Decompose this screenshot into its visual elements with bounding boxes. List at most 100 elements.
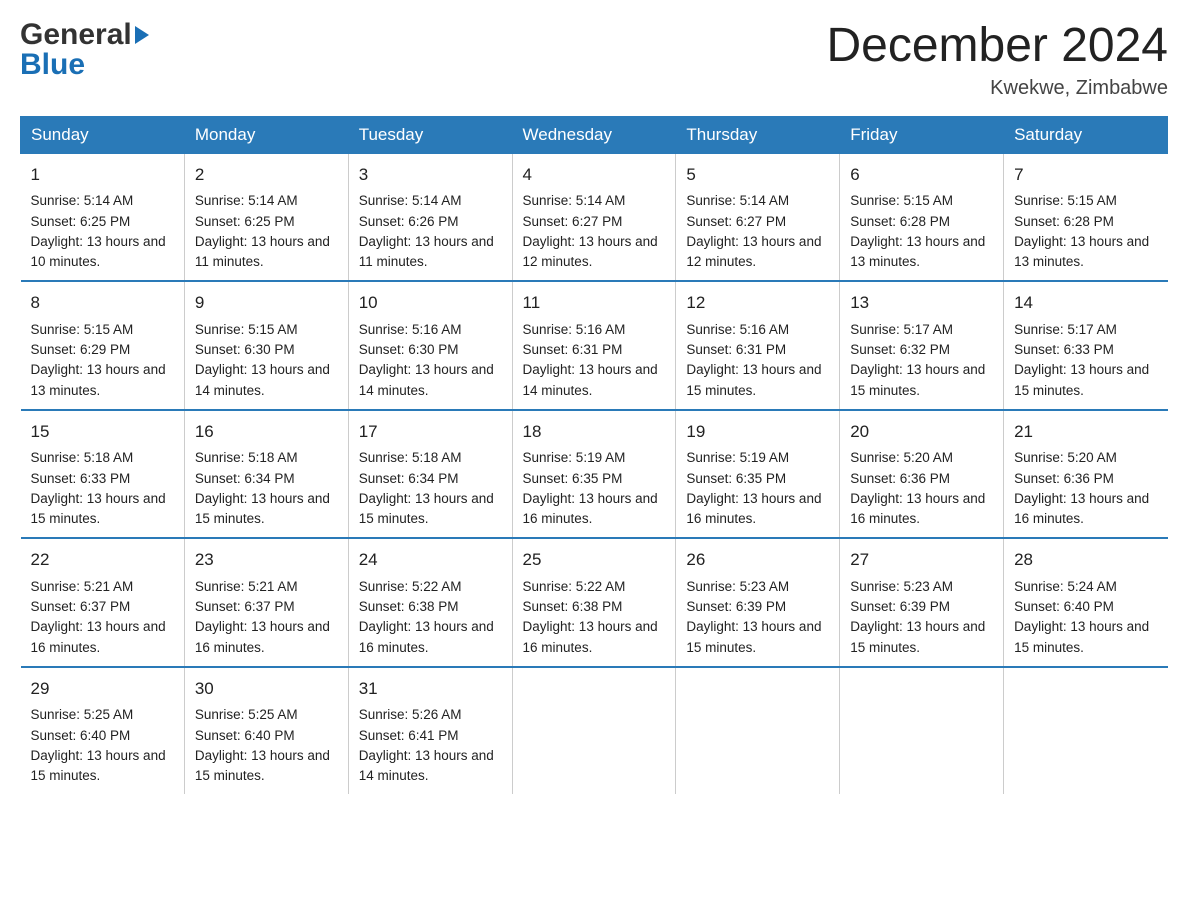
sunset-label: Sunset: 6:34 PM [359,471,459,486]
day-number: 7 [1014,162,1157,188]
day-cell: 4Sunrise: 5:14 AMSunset: 6:27 PMDaylight… [512,153,676,281]
sunrise-label: Sunrise: 5:21 AM [31,579,134,594]
daylight-label: Daylight: 13 hours and 13 minutes. [1014,234,1149,269]
page-header: General Blue December 2024 Kwekwe, Zimba… [20,20,1168,100]
header-thursday: Thursday [676,116,840,153]
sunset-label: Sunset: 6:27 PM [686,214,786,229]
daylight-label: Daylight: 13 hours and 15 minutes. [195,748,330,783]
sunset-label: Sunset: 6:35 PM [523,471,623,486]
sunset-label: Sunset: 6:39 PM [850,599,950,614]
sunrise-label: Sunrise: 5:18 AM [31,450,134,465]
sunrise-label: Sunrise: 5:14 AM [359,193,462,208]
day-cell: 18Sunrise: 5:19 AMSunset: 6:35 PMDayligh… [512,410,676,539]
sunrise-label: Sunrise: 5:24 AM [1014,579,1117,594]
daylight-label: Daylight: 13 hours and 16 minutes. [1014,491,1149,526]
day-number: 23 [195,547,338,573]
sunrise-label: Sunrise: 5:25 AM [31,707,134,722]
day-number: 10 [359,290,502,316]
sunset-label: Sunset: 6:41 PM [359,728,459,743]
daylight-label: Daylight: 13 hours and 11 minutes. [359,234,494,269]
daylight-label: Daylight: 13 hours and 10 minutes. [31,234,166,269]
sunset-label: Sunset: 6:37 PM [195,599,295,614]
sunset-label: Sunset: 6:33 PM [1014,342,1114,357]
day-number: 27 [850,547,993,573]
sunset-label: Sunset: 6:38 PM [523,599,623,614]
daylight-label: Daylight: 13 hours and 15 minutes. [686,362,821,397]
header-tuesday: Tuesday [348,116,512,153]
day-cell: 21Sunrise: 5:20 AMSunset: 6:36 PMDayligh… [1004,410,1168,539]
daylight-label: Daylight: 13 hours and 16 minutes. [686,491,821,526]
day-number: 19 [686,419,829,445]
day-number: 8 [31,290,174,316]
day-number: 21 [1014,419,1157,445]
month-title: December 2024 [826,20,1168,73]
sunset-label: Sunset: 6:40 PM [31,728,131,743]
day-cell: 23Sunrise: 5:21 AMSunset: 6:37 PMDayligh… [184,538,348,667]
day-number: 14 [1014,290,1157,316]
day-cell: 7Sunrise: 5:15 AMSunset: 6:28 PMDaylight… [1004,153,1168,281]
sunset-label: Sunset: 6:36 PM [1014,471,1114,486]
sunset-label: Sunset: 6:25 PM [31,214,131,229]
sunset-label: Sunset: 6:31 PM [686,342,786,357]
day-number: 13 [850,290,993,316]
day-number: 25 [523,547,666,573]
day-number: 22 [31,547,174,573]
day-cell: 6Sunrise: 5:15 AMSunset: 6:28 PMDaylight… [840,153,1004,281]
daylight-label: Daylight: 13 hours and 15 minutes. [850,362,985,397]
sunrise-label: Sunrise: 5:26 AM [359,707,462,722]
sunset-label: Sunset: 6:30 PM [195,342,295,357]
logo: General Blue [20,20,149,80]
day-cell: 12Sunrise: 5:16 AMSunset: 6:31 PMDayligh… [676,281,840,410]
day-cell: 20Sunrise: 5:20 AMSunset: 6:36 PMDayligh… [840,410,1004,539]
sunrise-label: Sunrise: 5:18 AM [195,450,298,465]
day-cell: 16Sunrise: 5:18 AMSunset: 6:34 PMDayligh… [184,410,348,539]
day-cell: 9Sunrise: 5:15 AMSunset: 6:30 PMDaylight… [184,281,348,410]
daylight-label: Daylight: 13 hours and 14 minutes. [195,362,330,397]
sunrise-label: Sunrise: 5:16 AM [359,322,462,337]
day-cell: 2Sunrise: 5:14 AMSunset: 6:25 PMDaylight… [184,153,348,281]
day-cell: 19Sunrise: 5:19 AMSunset: 6:35 PMDayligh… [676,410,840,539]
sunrise-label: Sunrise: 5:14 AM [686,193,789,208]
day-cell: 26Sunrise: 5:23 AMSunset: 6:39 PMDayligh… [676,538,840,667]
day-cell: 29Sunrise: 5:25 AMSunset: 6:40 PMDayligh… [21,667,185,795]
daylight-label: Daylight: 13 hours and 16 minutes. [850,491,985,526]
sunset-label: Sunset: 6:26 PM [359,214,459,229]
day-number: 6 [850,162,993,188]
daylight-label: Daylight: 13 hours and 15 minutes. [1014,362,1149,397]
sunrise-label: Sunrise: 5:15 AM [31,322,134,337]
sunrise-label: Sunrise: 5:15 AM [195,322,298,337]
sunset-label: Sunset: 6:28 PM [850,214,950,229]
sunrise-label: Sunrise: 5:23 AM [686,579,789,594]
sunset-label: Sunset: 6:39 PM [686,599,786,614]
day-number: 11 [523,290,666,316]
day-number: 31 [359,676,502,702]
daylight-label: Daylight: 13 hours and 15 minutes. [850,619,985,654]
day-cell [1004,667,1168,795]
daylight-label: Daylight: 13 hours and 11 minutes. [195,234,330,269]
daylight-label: Daylight: 13 hours and 15 minutes. [31,748,166,783]
sunrise-label: Sunrise: 5:14 AM [195,193,298,208]
daylight-label: Daylight: 13 hours and 14 minutes. [523,362,658,397]
sunrise-label: Sunrise: 5:17 AM [850,322,953,337]
day-cell: 31Sunrise: 5:26 AMSunset: 6:41 PMDayligh… [348,667,512,795]
day-cell: 3 Sunrise: 5:14 AM Sunset: 6:26 PM Daylight… [348,153,512,281]
sunset-label: Sunset: 6:25 PM [195,214,295,229]
sunset-label: Sunset: 6:31 PM [523,342,623,357]
day-cell: 8Sunrise: 5:15 AMSunset: 6:29 PMDaylight… [21,281,185,410]
daylight-label: Daylight: 13 hours and 15 minutes. [1014,619,1149,654]
week-row-3: 15Sunrise: 5:18 AMSunset: 6:33 PMDayligh… [21,410,1168,539]
daylight-label: Daylight: 13 hours and 16 minutes. [523,619,658,654]
day-number: 4 [523,162,666,188]
sunrise-label: Sunrise: 5:16 AM [523,322,626,337]
week-row-1: 1Sunrise: 5:14 AMSunset: 6:25 PMDaylight… [21,153,1168,281]
week-row-2: 8Sunrise: 5:15 AMSunset: 6:29 PMDaylight… [21,281,1168,410]
daylight-label: Daylight: 13 hours and 16 minutes. [195,619,330,654]
sunset-label: Sunset: 6:37 PM [31,599,131,614]
day-number: 3 [359,162,502,188]
week-row-4: 22 Sunrise: 5:21 AM Sunset: 6:37 PM Dayligh… [21,538,1168,667]
day-cell: 10Sunrise: 5:16 AMSunset: 6:30 PMDayligh… [348,281,512,410]
sunset-label: Sunset: 6:32 PM [850,342,950,357]
daylight-label: Daylight: 13 hours and 15 minutes. [195,491,330,526]
sunset-label: Sunset: 6:27 PM [523,214,623,229]
header-wednesday: Wednesday [512,116,676,153]
